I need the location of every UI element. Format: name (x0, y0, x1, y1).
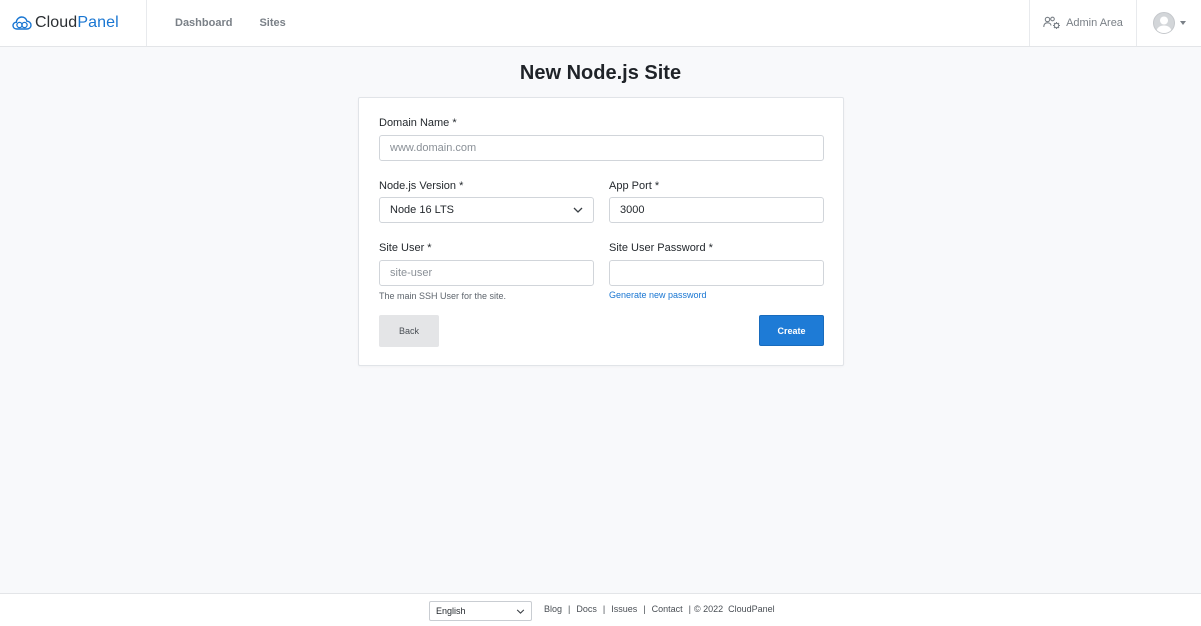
footer-link-blog[interactable]: Blog (544, 604, 562, 614)
generate-password-link[interactable]: Generate new password (609, 290, 707, 300)
back-button[interactable]: Back (379, 315, 439, 347)
cloud-logo-icon (12, 16, 32, 30)
footer-separator: | (688, 604, 691, 614)
user-silhouette-icon (1155, 16, 1172, 33)
footer: English Blog | Docs | Issues | Contact |… (0, 593, 1201, 626)
brand-logo[interactable]: CloudPanel (0, 0, 147, 46)
brand-name-cloud: Cloud (35, 14, 78, 31)
copyright-text: © 2022 CloudPanel (693, 604, 775, 614)
domain-name-input[interactable] (379, 135, 824, 161)
avatar (1152, 12, 1175, 34)
footer-separator: | (643, 604, 646, 614)
footer-separator: | (602, 604, 606, 614)
top-navbar: CloudPanel Dashboard Sites Admin Area (0, 0, 1201, 47)
footer-separator: | (568, 604, 571, 614)
chevron-down-icon (516, 608, 525, 614)
site-user-input[interactable] (379, 260, 594, 286)
footer-link-contact[interactable]: Contact (652, 604, 683, 614)
create-button[interactable]: Create (759, 315, 824, 346)
main-nav: Dashboard Sites (175, 0, 313, 46)
app-port-label: App Port * (609, 180, 660, 192)
site-user-password-label: Site User Password * (609, 242, 713, 254)
site-user-label: Site User * (379, 242, 432, 254)
brand-name-panel: Panel (77, 14, 119, 31)
footer-links: Blog | Docs | Issues | Contact | © 2022 … (544, 604, 775, 614)
user-menu[interactable] (1137, 0, 1201, 46)
language-value: English (436, 606, 466, 616)
nav-dashboard[interactable]: Dashboard (175, 17, 232, 29)
nav-sites[interactable]: Sites (259, 17, 285, 29)
footer-link-docs[interactable]: Docs (576, 604, 597, 614)
site-user-password-input[interactable] (609, 260, 824, 286)
admin-area-button[interactable]: Admin Area (1029, 0, 1137, 46)
nodejs-version-label: Node.js Version * (379, 180, 464, 192)
page-title: New Node.js Site (519, 62, 682, 84)
site-user-help: The main SSH User for the site. (379, 291, 507, 301)
caret-down-icon (1179, 21, 1186, 25)
nodejs-version-select[interactable]: Node 16 LTS (379, 197, 594, 223)
footer-link-issues[interactable]: Issues (611, 604, 637, 614)
domain-name-label: Domain Name * (379, 117, 457, 129)
app-port-input[interactable] (609, 197, 824, 223)
brand-name: CloudPanel (35, 14, 119, 32)
admin-area-label: Admin Area (1066, 17, 1123, 29)
nodejs-version-value: Node 16 LTS (390, 204, 455, 216)
users-gear-icon (1043, 16, 1061, 29)
language-select[interactable]: English (429, 601, 532, 621)
new-site-form: Domain Name * Node.js Version * Node 16 … (358, 97, 844, 366)
chevron-down-icon (573, 207, 583, 213)
